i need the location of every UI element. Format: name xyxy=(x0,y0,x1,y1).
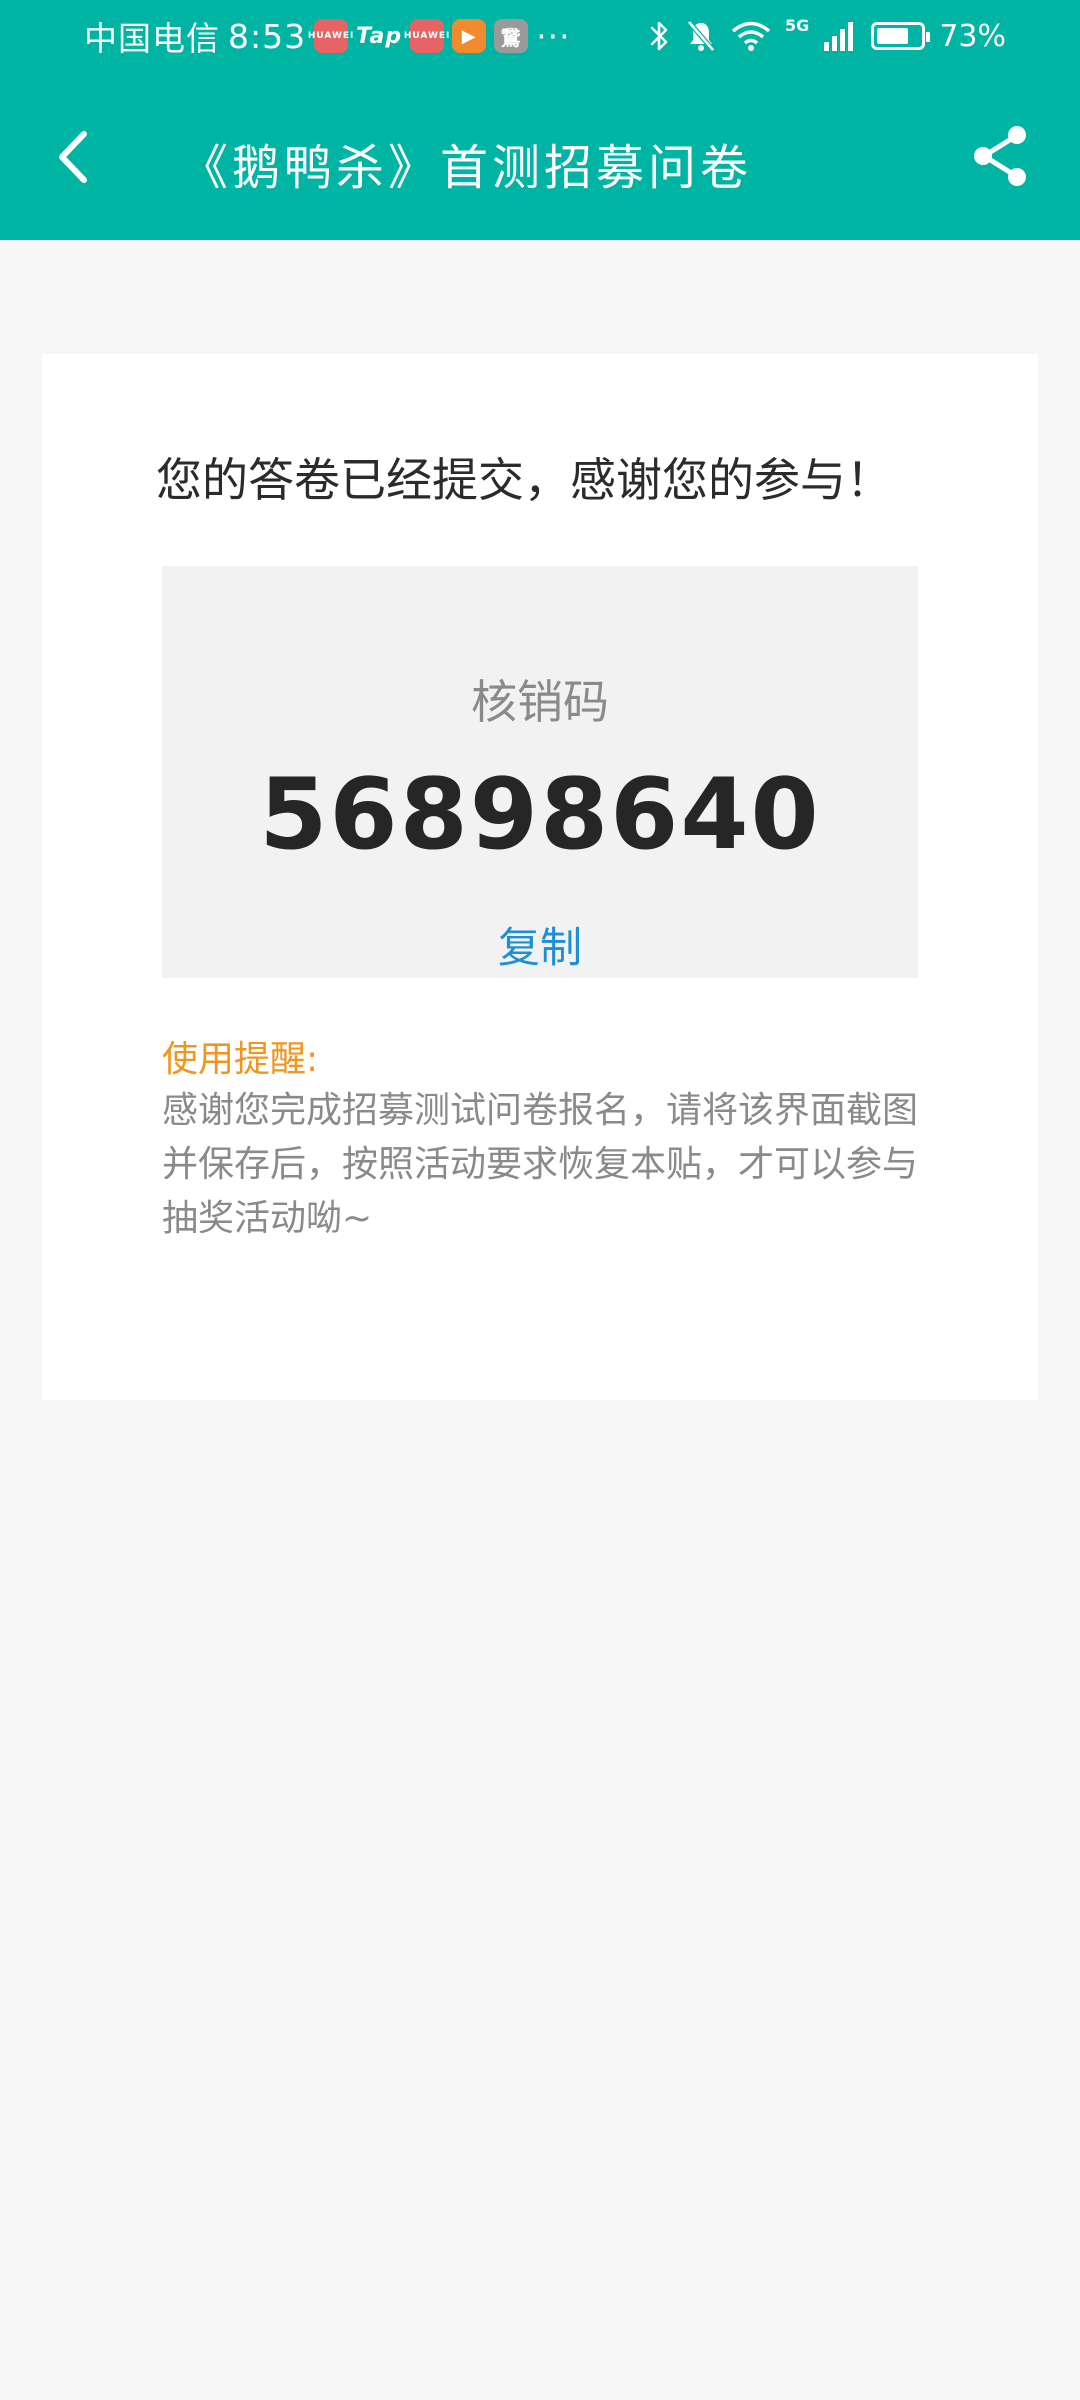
tap-app-icon: Tap xyxy=(356,23,403,49)
submission-result-card: 您的答卷已经提交，感谢您的参与！ 核销码 56898640 复制 使用提醒: 感… xyxy=(42,354,1038,1400)
copy-code-button[interactable]: 复制 xyxy=(162,914,918,975)
back-button[interactable] xyxy=(46,122,106,192)
usage-reminder-title: 使用提醒: xyxy=(162,1039,319,1080)
status-bar-left: 中国电信 8:53 HUAWEI Tap HUAWEI ▶ 鵞 ··· xyxy=(84,14,571,59)
status-time: 8:53 xyxy=(228,16,307,56)
signal-icon xyxy=(824,22,854,51)
battery-fill xyxy=(877,28,908,44)
top-app-bar: 中国电信 8:53 HUAWEI Tap HUAWEI ▶ 鵞 ··· 5G 7… xyxy=(0,0,1080,240)
verification-code-label: 核销码 xyxy=(471,675,609,729)
submission-success-heading: 您的答卷已经提交，感谢您的参与！ xyxy=(156,453,892,507)
verification-code-box: 核销码 56898640 复制 xyxy=(162,566,918,978)
game-app-icon: 鵞 xyxy=(494,19,529,53)
play-app-icon: ▶ xyxy=(452,19,487,53)
share-button[interactable] xyxy=(968,124,1032,188)
carrier-name: 中国电信 xyxy=(84,19,220,58)
more-notifications-icon: ··· xyxy=(536,16,571,56)
status-bar-right: 5G 73% xyxy=(649,14,1006,58)
bluetooth-icon xyxy=(650,21,668,51)
huawei-app-icon: HUAWEI xyxy=(308,19,353,53)
usage-reminder-text: 感谢您完成招募测试问卷报名，请将该界面截图并保存后，按照活动要求恢复本贴，才可以… xyxy=(162,1090,919,1239)
navigation-bar: 《鹅鸭杀》首测招募问卷 xyxy=(0,100,1080,220)
huawei-app-icon: HUAWEI xyxy=(404,19,449,53)
bell-muted-icon xyxy=(687,20,715,52)
network-type-label: 5G xyxy=(785,16,810,35)
wifi-icon xyxy=(731,21,771,51)
battery-icon xyxy=(871,22,931,50)
verification-code-value: 56898640 xyxy=(259,758,821,872)
battery-percent: 73% xyxy=(939,18,1006,54)
status-bar: 中国电信 8:53 HUAWEI Tap HUAWEI ▶ 鵞 ··· 5G 7… xyxy=(0,0,1080,72)
page-title: 《鹅鸭杀》首测招募问卷 xyxy=(180,140,753,196)
